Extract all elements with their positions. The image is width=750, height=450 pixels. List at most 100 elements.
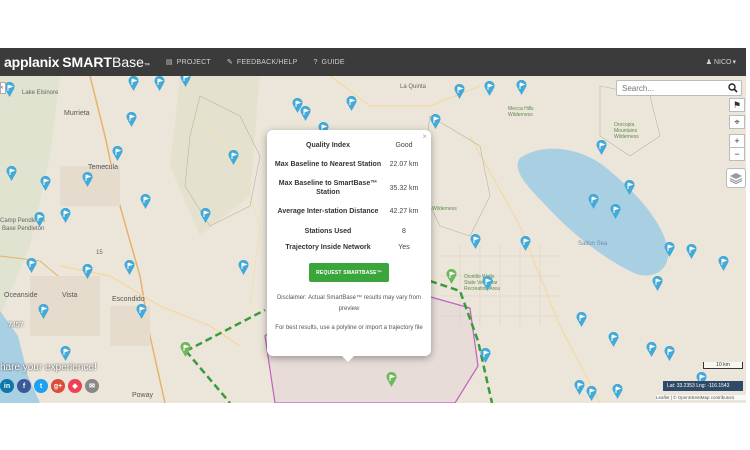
flag-marker-icon (40, 176, 51, 191)
nav-project[interactable]: ▤ PROJECT (165, 58, 211, 67)
station-pin[interactable] (612, 384, 623, 399)
flag-marker-icon (652, 276, 663, 291)
station-pin[interactable] (624, 180, 635, 195)
place-orocopia: Orocopia Mountains Wilderness (614, 122, 639, 140)
station-pin[interactable] (124, 260, 135, 275)
flag-marker-icon (82, 264, 93, 279)
flag-marker-icon (228, 150, 239, 165)
pocket-icon[interactable]: ◆ (68, 379, 82, 393)
network-flag-pin[interactable] (180, 342, 191, 357)
layers-button[interactable] (726, 168, 746, 188)
zoom-out-button[interactable]: − (729, 147, 745, 161)
station-pin[interactable] (140, 194, 151, 209)
flag-marker-icon (586, 386, 597, 401)
left-panel-toggle[interactable]: ‹ (0, 82, 6, 94)
network-flag-pin[interactable] (446, 269, 457, 284)
station-pin[interactable] (454, 84, 465, 99)
station-pin[interactable] (574, 380, 585, 395)
search-icon[interactable] (728, 83, 738, 93)
googleplus-icon[interactable]: g+ (51, 379, 65, 393)
station-pin[interactable] (38, 304, 49, 319)
flag-marker-icon (124, 260, 135, 275)
station-pin[interactable] (482, 276, 493, 291)
station-pin[interactable] (40, 176, 51, 191)
station-pin[interactable] (26, 258, 37, 273)
flag-marker-icon (470, 234, 481, 249)
map-attribution[interactable]: Leaflet | © OpenStreetMap contributors (656, 395, 746, 400)
station-pin[interactable] (686, 244, 697, 259)
map-search-input[interactable] (617, 83, 725, 93)
station-pin[interactable] (596, 140, 607, 155)
locate-button[interactable]: ⌖ (729, 115, 745, 129)
scale-bar: 10 km (703, 362, 743, 369)
road-15-label: 15 (96, 250, 103, 256)
station-pin[interactable] (480, 348, 491, 363)
station-pin[interactable] (154, 76, 165, 91)
zoom-in-button[interactable]: + (729, 134, 745, 148)
station-pin[interactable] (346, 96, 357, 111)
station-pin[interactable] (128, 76, 139, 91)
station-pin[interactable] (646, 342, 657, 357)
station-pin[interactable] (484, 81, 495, 96)
flag-marker-icon (6, 166, 17, 181)
station-pin[interactable] (238, 260, 249, 275)
flag-marker-icon (664, 346, 675, 361)
flag-marker-icon (60, 208, 71, 223)
station-pin[interactable] (82, 264, 93, 279)
file-icon: ▤ (165, 59, 173, 66)
station-pin[interactable] (112, 146, 123, 161)
station-pin[interactable] (300, 106, 311, 121)
station-pin[interactable] (60, 208, 71, 223)
draw-flag-button[interactable]: ⚑ (729, 98, 745, 112)
applanix-logo[interactable]: applanix SMART Base ™ (4, 54, 150, 70)
nav-feedback-help[interactable]: ✎ FEEDBACK/HELP (227, 58, 298, 67)
map-search-box[interactable] (616, 80, 742, 96)
station-pin[interactable] (200, 208, 211, 223)
station-pin[interactable] (136, 304, 147, 319)
flag-marker-icon (718, 256, 729, 271)
user-menu[interactable]: ♟ NICO ▾ (706, 48, 736, 76)
station-pin[interactable] (576, 312, 587, 327)
station-pin[interactable] (430, 114, 441, 129)
station-pin[interactable] (664, 242, 675, 257)
flag-marker-icon (60, 346, 71, 361)
flag-marker-icon (200, 208, 211, 223)
facebook-icon[interactable]: f (17, 379, 31, 393)
flag-marker-icon (612, 384, 623, 399)
flag-marker-icon (126, 112, 137, 127)
map-canvas[interactable]: Lake Elsinore Murrieta Temecula Camp Pen… (0, 76, 746, 403)
flag-marker-icon (180, 76, 191, 87)
flag-marker-icon (574, 380, 585, 395)
station-pin[interactable] (180, 76, 191, 87)
station-pin[interactable] (34, 212, 45, 227)
station-pin[interactable] (60, 346, 71, 361)
station-pin[interactable] (6, 166, 17, 181)
station-pin[interactable] (610, 204, 621, 219)
popup-hint: For best results, use a polyline or impo… (275, 325, 423, 331)
minus-icon: − (734, 149, 740, 159)
station-pin[interactable] (664, 346, 675, 361)
station-pin[interactable] (228, 150, 239, 165)
place-lake-elsinore: Lake Elsinore (22, 90, 59, 96)
network-flag-pin[interactable] (386, 372, 397, 387)
place-poway: Poway (132, 392, 154, 399)
email-icon[interactable]: ✉ (85, 379, 99, 393)
station-pin[interactable] (470, 234, 481, 249)
twitter-icon[interactable]: t (34, 379, 48, 393)
station-pin[interactable] (608, 332, 619, 347)
station-pin[interactable] (82, 172, 93, 187)
station-pin[interactable] (718, 256, 729, 271)
station-pin[interactable] (586, 386, 597, 401)
app-frame: applanix SMART Base ™ ▤ PROJECT ✎ FEEDBA… (0, 0, 750, 450)
linkedin-icon[interactable]: in (0, 379, 14, 393)
nav-guide[interactable]: ? GUIDE (313, 59, 344, 66)
station-pin[interactable] (520, 236, 531, 251)
flag-marker-icon (520, 236, 531, 251)
flag-marker-icon (624, 180, 635, 195)
station-pin[interactable] (516, 80, 527, 95)
user-icon: ♟ (705, 59, 712, 66)
station-pin[interactable] (588, 194, 599, 209)
station-pin[interactable] (652, 276, 663, 291)
station-pin[interactable] (126, 112, 137, 127)
request-smartbase-button[interactable]: REQUEST SMARTBASE™ (309, 263, 389, 282)
